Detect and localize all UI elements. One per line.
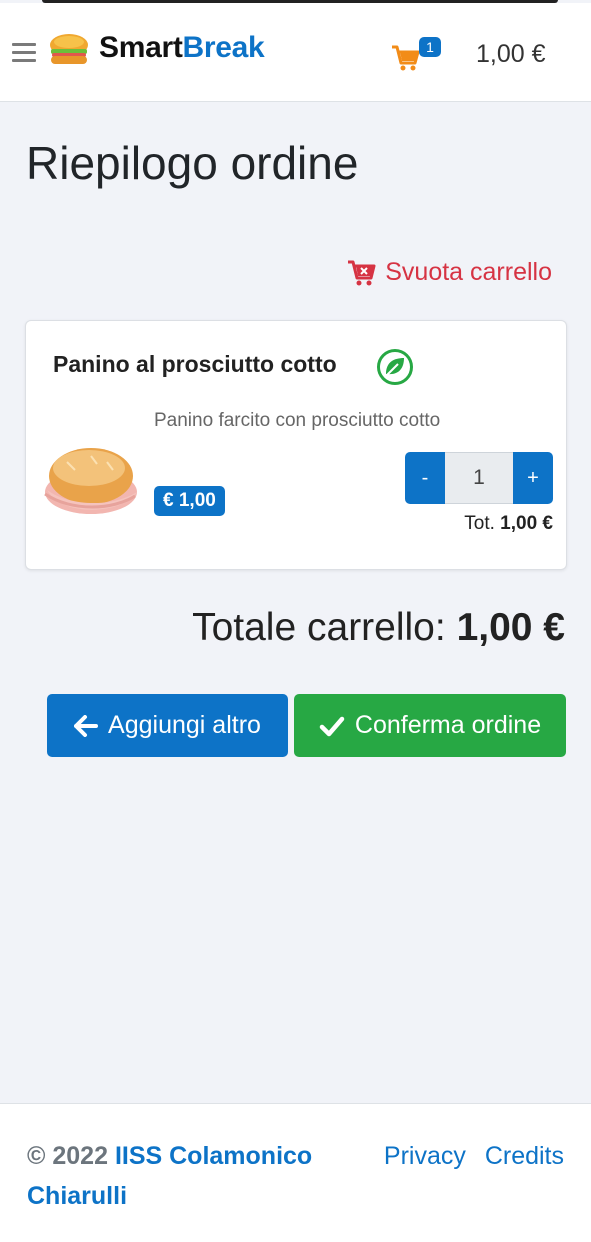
empty-cart-button[interactable]: Svuota carrello (347, 258, 552, 287)
increase-quantity-button[interactable]: + (513, 452, 553, 504)
footer: © 2022 IISS Colamonico Chiarulli Privacy… (0, 1103, 591, 1242)
cart-count-badge: 1 (419, 37, 441, 57)
price-badge: € 1,00 (154, 486, 225, 516)
checkmark-icon (319, 716, 345, 736)
quantity-input[interactable]: 1 (445, 452, 513, 504)
brand-name[interactable]: SmartBreak (99, 31, 265, 65)
sandwich-logo-icon (50, 34, 88, 64)
item-total-value: 1,00 € (500, 513, 553, 534)
decrease-quantity-button[interactable]: - (405, 452, 445, 504)
credits-link[interactable]: Credits (485, 1142, 564, 1170)
item-total: Tot. 1,00 € (464, 513, 553, 535)
add-more-button[interactable]: Aggiungi altro (47, 694, 288, 757)
cart-x-icon (348, 260, 376, 285)
cart-item-card: Panino al prosciutto cotto Panino farcit… (25, 320, 567, 570)
quantity-stepper: - 1 + (405, 452, 553, 504)
item-total-label: Tot. (464, 513, 495, 534)
empty-cart-label: Svuota carrello (385, 258, 552, 286)
cart-total-amount: 1,00 € (476, 40, 546, 68)
add-more-label: Aggiungi altro (108, 711, 261, 739)
product-description: Panino farcito con prosciutto cotto (154, 410, 441, 431)
footer-links: Privacy Credits (372, 1136, 564, 1176)
vegetarian-leaf-icon (377, 349, 413, 385)
page-title: Riepilogo ordine (26, 137, 359, 189)
privacy-link[interactable]: Privacy (384, 1142, 466, 1170)
navbar: SmartBreak 1 1,00 € (0, 3, 591, 102)
menu-icon[interactable] (12, 43, 36, 63)
footer-copyright: © 2022 IISS Colamonico Chiarulli (27, 1142, 313, 1210)
cart-button[interactable]: 1 (390, 37, 444, 73)
cart-icon (392, 45, 420, 71)
cart-summary-value: 1,00 € (456, 606, 565, 649)
cart-summary-label: Totale carrello: (192, 606, 446, 649)
product-name: Panino al prosciutto cotto (53, 351, 337, 377)
product-image (44, 448, 137, 514)
confirm-order-label: Conferma ordine (354, 711, 542, 739)
arrow-left-icon (74, 714, 99, 737)
cart-summary: Totale carrello: 1,00 € (192, 606, 565, 650)
confirm-order-button[interactable]: Conferma ordine (294, 694, 566, 757)
